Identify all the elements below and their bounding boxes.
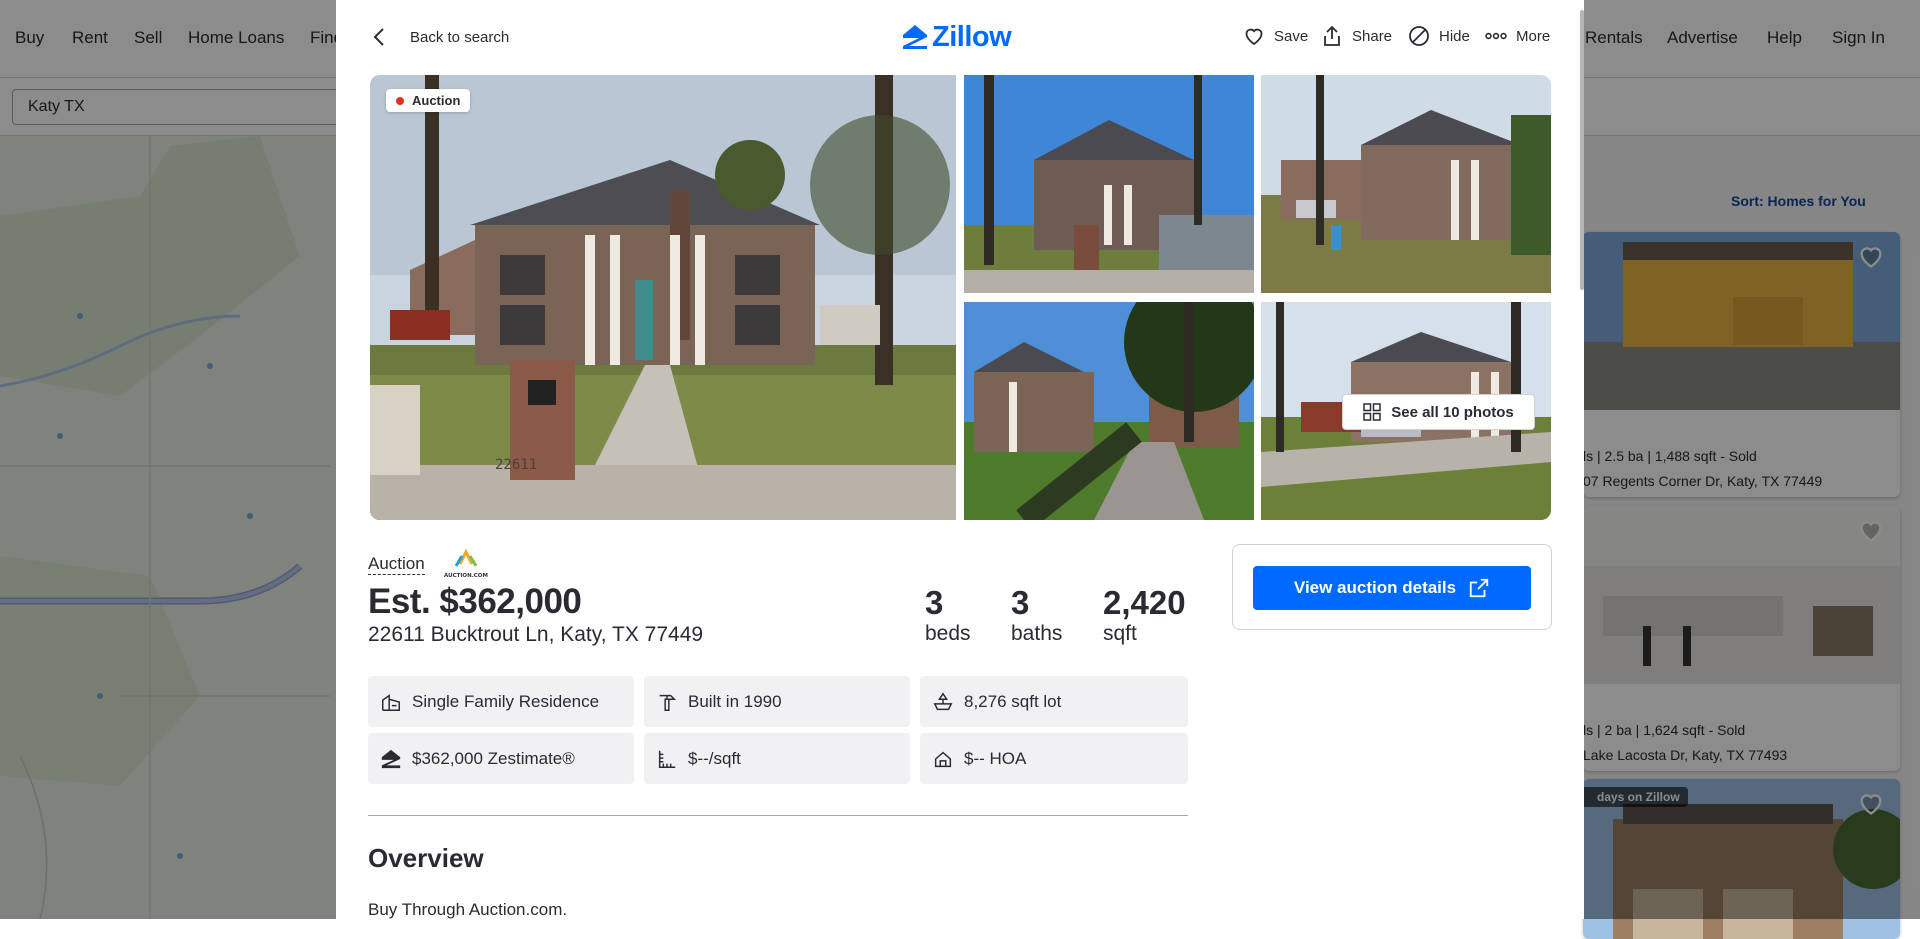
zillow-logo-text: Zillow	[932, 20, 1012, 53]
lot-size-icon	[933, 691, 953, 710]
baths-value: 3	[1011, 584, 1030, 621]
auction-com-logo: AUCTION.COM	[444, 548, 488, 579]
more-label: More	[1516, 27, 1551, 45]
heart-icon	[1245, 28, 1263, 46]
sqft-label: sqft	[1103, 622, 1137, 645]
gallery-photo[interactable]	[1261, 75, 1551, 293]
overview-heading: Overview	[368, 843, 484, 873]
view-auction-details-label: View auction details	[1293, 578, 1457, 597]
beds-label: beds	[925, 622, 971, 645]
fact-home-type: Single Family Residence	[368, 676, 634, 727]
auction-cta-card: View auction details	[1232, 544, 1552, 630]
modal-scrollbar[interactable]	[1580, 10, 1584, 290]
chevron-left-icon	[373, 28, 384, 46]
status-dot-icon	[396, 96, 404, 105]
external-link-icon	[1469, 578, 1489, 598]
more-button[interactable]: More	[1484, 24, 1550, 48]
grid-icon	[1363, 403, 1381, 421]
hoa-icon	[934, 751, 952, 767]
sqft-stat: 2,420 sqft	[1103, 584, 1186, 646]
fact-lot-size: 8,276 sqft lot	[920, 676, 1188, 727]
zestimate-icon	[381, 749, 401, 768]
zillow-logo[interactable]: Zillow	[902, 20, 1012, 54]
baths-stat: 3 baths	[1011, 584, 1062, 646]
share-icon	[1324, 25, 1340, 46]
auction-badge: Auction	[386, 89, 471, 112]
auction-label[interactable]: Auction	[368, 554, 425, 575]
home-type-icon	[382, 693, 400, 711]
view-auction-details-button[interactable]: View auction details	[1253, 566, 1531, 610]
hide-button[interactable]: Hide	[1407, 24, 1470, 48]
fact-year-built-text: Built in 1990	[688, 691, 782, 711]
see-all-photos-button[interactable]: See all 10 photos	[1342, 394, 1535, 430]
zillow-house-icon	[903, 25, 927, 49]
fact-price-per-sqft: $--/sqft	[644, 733, 910, 784]
save-label: Save	[1274, 27, 1309, 45]
beds-value: 3	[925, 584, 944, 621]
see-all-photos-label: See all 10 photos	[1391, 403, 1514, 421]
fact-hoa: $-- HOA	[920, 733, 1188, 784]
overview-text: Buy Through Auction.com.	[368, 900, 568, 919]
auction-com-logo-text: AUCTION.COM	[444, 573, 488, 579]
save-button[interactable]: Save	[1242, 24, 1308, 48]
beds-stat: 3 beds	[925, 584, 971, 646]
baths-label: baths	[1011, 622, 1063, 645]
sqft-value: 2,420	[1103, 584, 1186, 621]
address: 22611 Bucktrout Ln, Katy, TX 77449	[368, 623, 704, 646]
back-to-search-button[interactable]: Back to search	[368, 24, 509, 50]
fact-hoa-text: $-- HOA	[964, 748, 1027, 768]
fact-price-per-sqft-text: $--/sqft	[688, 748, 741, 768]
fact-zestimate-text: $362,000 Zestimate®	[412, 748, 575, 768]
hide-icon	[1409, 26, 1429, 46]
more-dots-icon	[1485, 32, 1507, 40]
photo-gallery: 22611 Auction	[370, 75, 1551, 520]
divider	[368, 815, 1188, 816]
gallery-photo[interactable]	[964, 302, 1254, 520]
main-photo[interactable]: 22611 Auction	[370, 75, 956, 520]
listing-modal: Back to search Zillow Save Share Hide Mo…	[336, 0, 1584, 919]
fact-year-built: Built in 1990	[644, 676, 910, 727]
auction-badge-label: Auction	[412, 93, 461, 108]
ruler-icon	[658, 750, 676, 768]
hide-label: Hide	[1439, 27, 1470, 45]
price: Est. $362,000	[368, 582, 582, 621]
fact-home-type-text: Single Family Residence	[412, 691, 600, 711]
share-label: Share	[1352, 27, 1393, 45]
house-number-text: 22611	[495, 457, 537, 473]
fact-lot-size-text: 8,276 sqft lot	[964, 691, 1062, 711]
back-to-search-label: Back to search	[410, 28, 510, 46]
gallery-photo[interactable]	[964, 75, 1254, 293]
share-button[interactable]: Share	[1320, 24, 1392, 48]
fact-zestimate[interactable]: $362,000 Zestimate®	[368, 733, 634, 784]
hammer-icon	[659, 694, 677, 711]
